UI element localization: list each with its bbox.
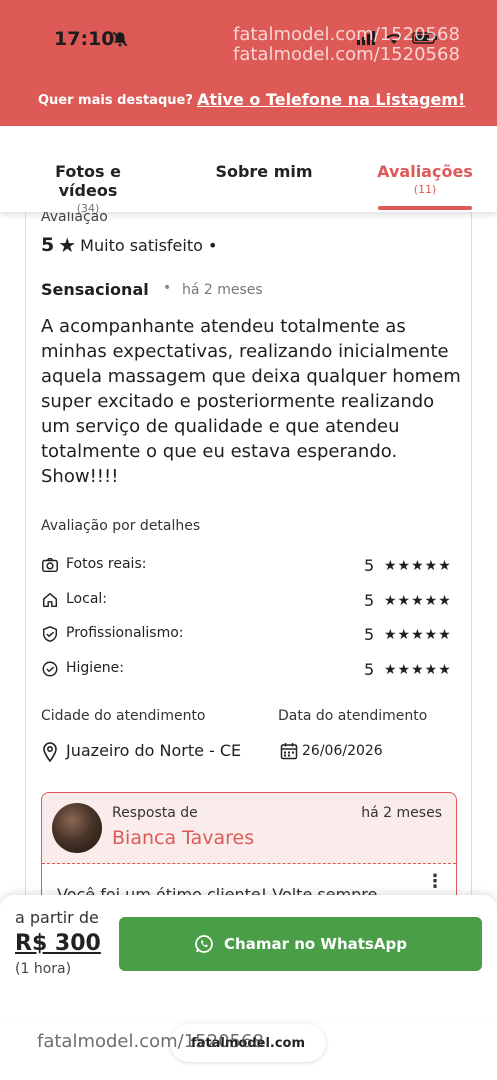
reply-time: há 2 meses <box>361 805 442 821</box>
detail-row-photos: Fotos reais: 5 ★★★★★ <box>41 554 457 578</box>
detail-row-professionalism: Profissionalismo: 5 ★★★★★ <box>41 623 457 647</box>
details-title: Avaliação por detalhes <box>41 518 201 534</box>
calendar-icon <box>280 743 298 760</box>
star-icon: ★ <box>58 233 77 257</box>
tab-about[interactable]: Sobre mim <box>212 162 316 181</box>
detail-label: Profissionalismo: <box>66 625 184 641</box>
detail-row-hygiene: Higiene: 5 ★★★★★ <box>41 658 457 682</box>
detail-label: Higiene: <box>66 660 125 676</box>
watermark-text: fatalmodel.com/1520568 <box>233 44 460 65</box>
promo-link[interactable]: Ative o Telefone na Listagem! <box>197 90 465 109</box>
whatsapp-button-label: Chamar no WhatsApp <box>224 935 407 953</box>
whatsapp-button[interactable]: Chamar no WhatsApp <box>119 917 482 971</box>
tab-label: Fotos e vídeos <box>55 162 121 200</box>
detail-stars: ★★★★★ <box>384 627 452 643</box>
detail-stars: ★★★★★ <box>384 662 452 678</box>
whatsapp-icon <box>195 935 213 953</box>
watermark-text: fatalmodel.com/1520568 <box>37 1031 264 1052</box>
home-icon <box>42 592 58 608</box>
tab-count: (11) <box>413 183 437 196</box>
active-tab-indicator <box>378 206 472 210</box>
tab-photos-videos[interactable]: Fotos e vídeos (34) <box>24 162 152 215</box>
rating-value: 5 <box>41 234 55 256</box>
separator-dot: • <box>163 280 172 296</box>
price-from-label: a partir de <box>15 908 99 927</box>
check-circle-icon <box>42 661 58 677</box>
detail-label: Local: <box>66 591 108 607</box>
date-label: Data do atendimento <box>278 708 428 724</box>
detail-stars: ★★★★★ <box>384 593 452 609</box>
reply-author[interactable]: Bianca Tavares <box>112 827 254 849</box>
review-body: A acompanhante atendeu totalmente as min… <box>41 316 461 487</box>
shield-check-icon <box>42 626 58 642</box>
city-value: Juazeiro do Norte - CE <box>66 741 242 760</box>
contact-bar: a partir de R$ 300 (1 hora) Chamar no Wh… <box>0 895 497 1020</box>
tab-label: Avaliações <box>377 162 473 181</box>
bell-muted-icon <box>112 31 128 47</box>
date-value: 26/06/2026 <box>302 743 383 759</box>
camera-check-icon <box>42 557 58 573</box>
avatar[interactable] <box>52 803 102 853</box>
watermark-text: fatalmodel.com/1520568 <box>233 24 460 45</box>
detail-score: 5 <box>364 660 375 679</box>
reply-from-label: Resposta de <box>112 805 198 821</box>
price-unit: (1 hora) <box>15 961 72 977</box>
tab-reviews[interactable]: Avaliações (11) <box>376 162 474 196</box>
detail-score: 5 <box>364 591 375 610</box>
profile-tabs: Fotos e vídeos (34) Sobre mim Avaliações… <box>0 126 497 215</box>
more-options-icon[interactable]: ⋮ <box>426 873 444 891</box>
review-time: há 2 meses <box>182 282 263 298</box>
tab-count: (34) <box>76 202 100 215</box>
price-value[interactable]: R$ 300 <box>15 931 101 956</box>
review-card: Avaliação 5 ★ Muito satisfeito • Sensaci… <box>25 200 472 932</box>
detail-row-location: Local: 5 ★★★★★ <box>41 589 457 613</box>
review-title: Sensacional <box>41 280 149 299</box>
detail-stars: ★★★★★ <box>384 558 452 574</box>
promo-question: Quer mais destaque? <box>38 93 193 108</box>
top-banner: 17:10 fatalmodel.com/1520568 fatalmodel.… <box>0 0 497 126</box>
status-time: 17:10 <box>54 28 115 50</box>
detail-label: Fotos reais: <box>66 556 147 572</box>
rating-summary: 5 ★ Muito satisfeito • <box>41 233 217 257</box>
detail-score: 5 <box>364 625 375 644</box>
city-label: Cidade do atendimento <box>41 708 206 724</box>
detail-score: 5 <box>364 556 375 575</box>
tab-label: Sobre mim <box>215 162 313 181</box>
map-pin-icon <box>43 742 57 762</box>
rating-text: Muito satisfeito • <box>80 235 218 255</box>
